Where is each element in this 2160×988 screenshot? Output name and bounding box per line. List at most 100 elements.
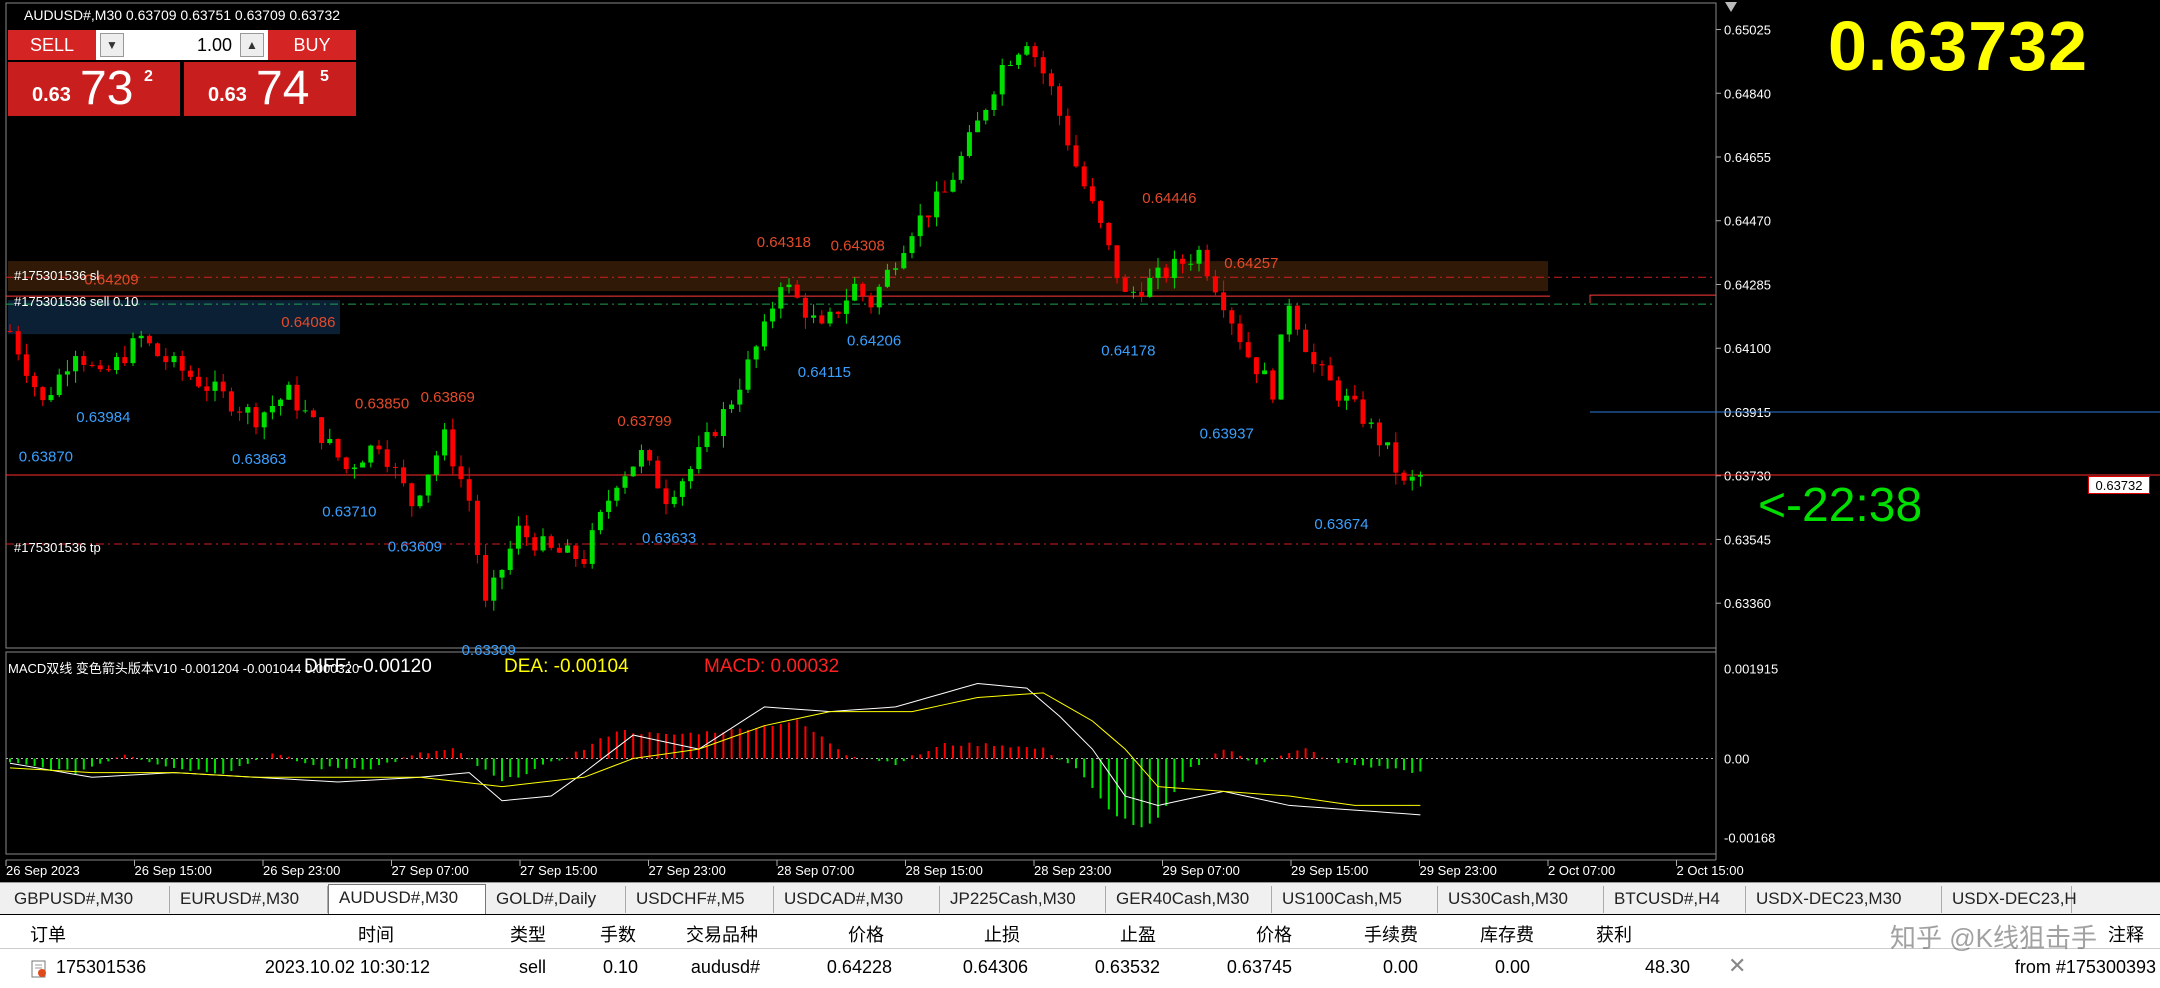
orders-column-header[interactable]: 时间 — [358, 921, 394, 947]
orders-column-header[interactable]: 手续费 — [1364, 921, 1418, 947]
candle-body — [1139, 291, 1145, 297]
swing-low-label: 0.63710 — [322, 504, 376, 521]
orders-column-header[interactable]: 订单 — [30, 921, 66, 947]
macd-panel-frame — [5, 651, 1717, 855]
candle-body — [573, 545, 579, 559]
candle-body — [1196, 249, 1202, 264]
lot-decrease-icon[interactable]: ▼ — [100, 33, 124, 57]
order-entry-label[interactable]: #175301536 sell 0.10 — [14, 294, 138, 309]
sell-quote-pip: 2 — [144, 68, 153, 85]
candle-body — [483, 554, 489, 601]
buy-button[interactable]: BUY — [268, 30, 356, 60]
lot-size-input[interactable] — [126, 33, 236, 57]
candle-body — [368, 445, 374, 463]
price-tick-label: 0.64840 — [1724, 86, 1771, 101]
candle-body — [425, 474, 431, 496]
candle-body — [729, 404, 735, 410]
candle-body — [1204, 249, 1210, 277]
sell-quote[interactable]: 0.63 73 2 — [8, 62, 180, 116]
orders-column-header[interactable]: 价格 — [1256, 921, 1292, 947]
candle-body — [1114, 245, 1120, 279]
time-tick-label: 26 Sep 2023 — [6, 863, 80, 878]
candle-body — [663, 488, 669, 505]
orders-column-header[interactable]: 止损 — [984, 921, 1020, 947]
orders-panel: 订单 时间 类型 手数 交易品种 价格 止损 止盈 价格 手续费 库存费 获利 注释 175301536… — [0, 915, 2160, 988]
price-tick-label: 0.64470 — [1724, 214, 1771, 229]
symbol-tab[interactable]: BTCUSD#,H4 — [1604, 886, 1746, 913]
symbol-tab[interactable]: GER40Cash,M30 — [1106, 886, 1272, 913]
orders-column-header[interactable]: 交易品种 — [686, 921, 758, 947]
orders-column-header[interactable]: 库存费 — [1480, 921, 1534, 947]
chart-shift-icon[interactable] — [1724, 1, 1738, 13]
candle-body — [392, 466, 398, 468]
candle-body — [130, 338, 136, 364]
close-order-icon[interactable]: ✕ — [1728, 953, 1746, 979]
candle-body — [1385, 442, 1391, 446]
orders-column-header[interactable]: 止盈 — [1120, 921, 1156, 947]
macd-value-label: MACD: 0.00032 — [704, 656, 840, 677]
symbol-tab[interactable]: USDCHF#,M5 — [626, 886, 774, 913]
candle-body — [1147, 277, 1153, 297]
candle-body — [491, 577, 497, 601]
candle-body — [7, 331, 13, 332]
candle-body — [1311, 352, 1317, 365]
orders-column-header[interactable]: 手数 — [600, 921, 636, 947]
candle-body — [40, 387, 46, 401]
time-tick-label: 27 Sep 07:00 — [392, 863, 469, 878]
candle-body — [32, 375, 38, 388]
candle-body — [778, 287, 784, 309]
swing-low-label: 0.63984 — [76, 409, 130, 426]
table-row[interactable]: 175301536 2023.10.02 10:30:12 sell 0.10 audu… — [0, 951, 2160, 985]
time-tick-label: 29 Sep 15:00 — [1291, 863, 1368, 878]
candle-body — [1221, 292, 1227, 311]
orders-column-header[interactable]: 注释 — [2108, 921, 2144, 947]
candle-body — [1303, 329, 1309, 353]
candle-body — [1376, 422, 1382, 446]
time-tick-label: 2 Oct 15:00 — [1677, 863, 1744, 878]
candle-body — [122, 357, 128, 364]
candle-body — [187, 370, 193, 377]
candle-body — [1393, 442, 1399, 473]
orders-column-header[interactable]: 价格 — [848, 921, 884, 947]
candle-body — [794, 284, 800, 298]
candle-body — [671, 496, 677, 505]
swing-high-label: 0.64257 — [1224, 255, 1278, 272]
candle-body — [565, 545, 571, 553]
buy-quote[interactable]: 0.63 74 5 — [184, 62, 356, 116]
time-tick-label: 26 Sep 15:00 — [135, 863, 212, 878]
candle-body — [1286, 305, 1292, 335]
candle-body — [245, 407, 251, 413]
candle-body — [1278, 334, 1284, 400]
symbol-tab[interactable]: AUDUSD#,M30 — [328, 884, 486, 914]
candle-body — [679, 481, 685, 497]
orders-column-header[interactable]: 类型 — [510, 921, 546, 947]
candle-body — [360, 462, 366, 468]
candle-body — [712, 432, 718, 437]
price-tick-label: 0.63360 — [1724, 596, 1771, 611]
candle-body — [1319, 364, 1325, 366]
candle-body — [417, 495, 423, 507]
symbol-tab[interactable]: JP225Cash,M30 — [940, 886, 1106, 913]
symbol-tab[interactable]: USDCAD#,M30 — [774, 886, 940, 913]
candle-body — [1048, 73, 1054, 87]
lot-increase-icon[interactable]: ▲ — [240, 33, 264, 57]
price-chart[interactable]: 0.65025 0.64840 0.64655 0.64470 0.64285 0.641… — [0, 0, 2160, 880]
symbol-tab[interactable]: GBPUSD#,M30 — [4, 886, 170, 913]
sell-button[interactable]: SELL — [8, 30, 96, 60]
symbol-tab[interactable]: US100Cash,M5 — [1272, 886, 1438, 913]
candle-body — [163, 356, 169, 363]
symbol-tab[interactable]: USDX-DEC23,H — [1942, 886, 2077, 913]
order-tp-label[interactable]: #175301536 tp — [14, 540, 101, 555]
candle-body — [950, 179, 956, 192]
candle-body — [114, 357, 120, 370]
symbol-tab[interactable]: EURUSD#,M30 — [170, 886, 328, 913]
candle-body — [802, 297, 808, 318]
symbol-tab[interactable]: GOLD#,Daily — [486, 886, 626, 913]
orders-column-header[interactable]: 获利 — [1596, 921, 1632, 947]
time-tick-label: 2 Oct 07:00 — [1548, 863, 1615, 878]
order-sl-label[interactable]: #175301536 sl — [14, 268, 99, 283]
symbol-tab[interactable]: USDX-DEC23,M30 — [1746, 886, 1942, 913]
macd-axis-label: 0.001915 — [1724, 662, 1778, 677]
symbol-tab[interactable]: US30Cash,M30 — [1438, 886, 1604, 913]
candle-body — [384, 449, 390, 467]
